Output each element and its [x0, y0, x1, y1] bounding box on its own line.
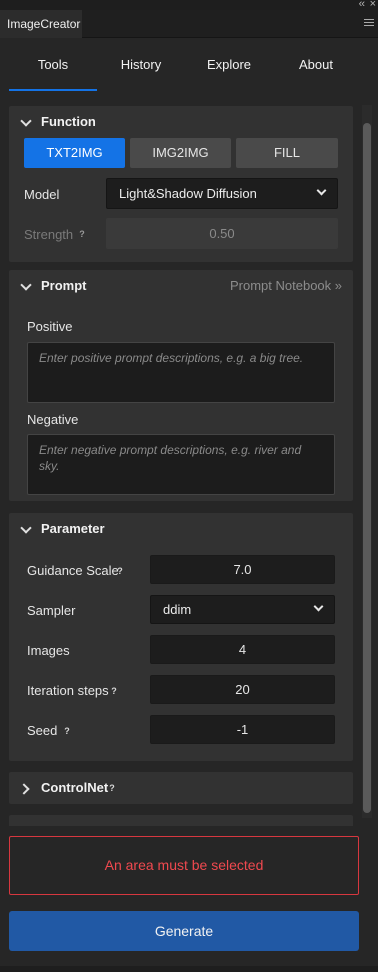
- guidance-help-icon[interactable]: ?: [114, 565, 126, 577]
- tab-explore[interactable]: Explore: [185, 39, 273, 91]
- iteration-steps-label: Iteration steps: [27, 683, 109, 698]
- controlnet-section: ControlNet ?: [9, 772, 353, 804]
- bottom-strip: [0, 966, 378, 972]
- collapsed-section-partial: [9, 815, 353, 826]
- guidance-scale-label: Guidance Scale: [27, 563, 119, 578]
- tab-history[interactable]: History: [97, 39, 185, 91]
- panel-menu-icon[interactable]: [364, 19, 374, 28]
- panel-titlebar: ImageCreator: [0, 10, 378, 38]
- main-tabs: Tools History Explore About: [0, 39, 378, 91]
- parameter-section-header[interactable]: Parameter: [9, 513, 353, 545]
- top-strip: ‹‹ ×: [0, 0, 378, 10]
- model-label: Model: [24, 187, 60, 202]
- prompt-notebook-link[interactable]: Prompt Notebook »: [230, 278, 342, 293]
- strength-field: 0.50: [106, 218, 338, 249]
- generate-button[interactable]: Generate: [9, 911, 359, 951]
- positive-label: Positive: [27, 319, 73, 334]
- function-section-header[interactable]: Function: [9, 106, 353, 138]
- strength-help-icon[interactable]: ?: [76, 228, 88, 240]
- chevron-down-icon: [20, 522, 32, 534]
- model-dropdown-value: Light&Shadow Diffusion: [119, 186, 257, 201]
- positive-prompt-input[interactable]: Enter positive prompt descriptions, e.g.…: [27, 342, 335, 403]
- parameter-section: Parameter Guidance Scale ? 7.0 Sampler d…: [9, 513, 353, 761]
- tab-about[interactable]: About: [273, 39, 359, 91]
- model-dropdown[interactable]: Light&Shadow Diffusion: [106, 178, 338, 209]
- parameter-section-title: Parameter: [41, 521, 105, 536]
- sampler-dropdown-value: ddim: [163, 602, 192, 617]
- chevron-down-icon: [313, 601, 324, 612]
- chevron-down-icon: [20, 279, 32, 291]
- close-panel-icon[interactable]: ×: [370, 0, 376, 10]
- function-section-title: Function: [41, 114, 96, 129]
- seed-field[interactable]: -1: [150, 715, 335, 744]
- controlnet-section-title: ControlNet: [41, 780, 109, 795]
- guidance-scale-field[interactable]: 7.0: [150, 555, 335, 584]
- prompt-section: Prompt Prompt Notebook » Positive Enter …: [9, 270, 353, 501]
- images-field[interactable]: 4: [150, 635, 335, 664]
- collapse-panel-icon[interactable]: ‹‹: [359, 0, 365, 10]
- controlnet-help-icon[interactable]: ?: [106, 782, 118, 794]
- negative-prompt-input[interactable]: Enter negative prompt descriptions, e.g.…: [27, 434, 335, 495]
- tools-scroll-area: Function TXT2IMG IMG2IMG FILL Model Ligh…: [0, 91, 378, 826]
- chevron-down-icon: [20, 115, 32, 127]
- chevron-down-icon: [316, 185, 327, 196]
- tab-tools[interactable]: Tools: [9, 39, 97, 91]
- chevron-right-icon: [18, 783, 30, 795]
- steps-help-icon[interactable]: ?: [108, 685, 120, 697]
- sampler-dropdown[interactable]: ddim: [150, 595, 335, 624]
- selection-alert: An area must be selected: [9, 836, 359, 895]
- seed-help-icon[interactable]: ?: [61, 725, 73, 737]
- controlnet-section-header[interactable]: ControlNet ?: [9, 772, 353, 804]
- prompt-section-title: Prompt: [41, 278, 87, 293]
- images-label: Images: [27, 643, 70, 658]
- scrollbar-thumb[interactable]: [363, 123, 371, 813]
- strength-label: Strength: [24, 227, 74, 242]
- negative-label: Negative: [27, 412, 79, 427]
- seed-label: Seed: [27, 723, 58, 738]
- mode-fill-button[interactable]: FILL: [236, 138, 338, 168]
- function-section: Function TXT2IMG IMG2IMG FILL Model Ligh…: [9, 106, 353, 262]
- mode-txt2img-button[interactable]: TXT2IMG: [24, 138, 125, 168]
- mode-img2img-button[interactable]: IMG2IMG: [130, 138, 231, 168]
- panel-title-tab[interactable]: ImageCreator: [0, 10, 82, 38]
- sampler-label: Sampler: [27, 603, 76, 618]
- iteration-steps-field[interactable]: 20: [150, 675, 335, 704]
